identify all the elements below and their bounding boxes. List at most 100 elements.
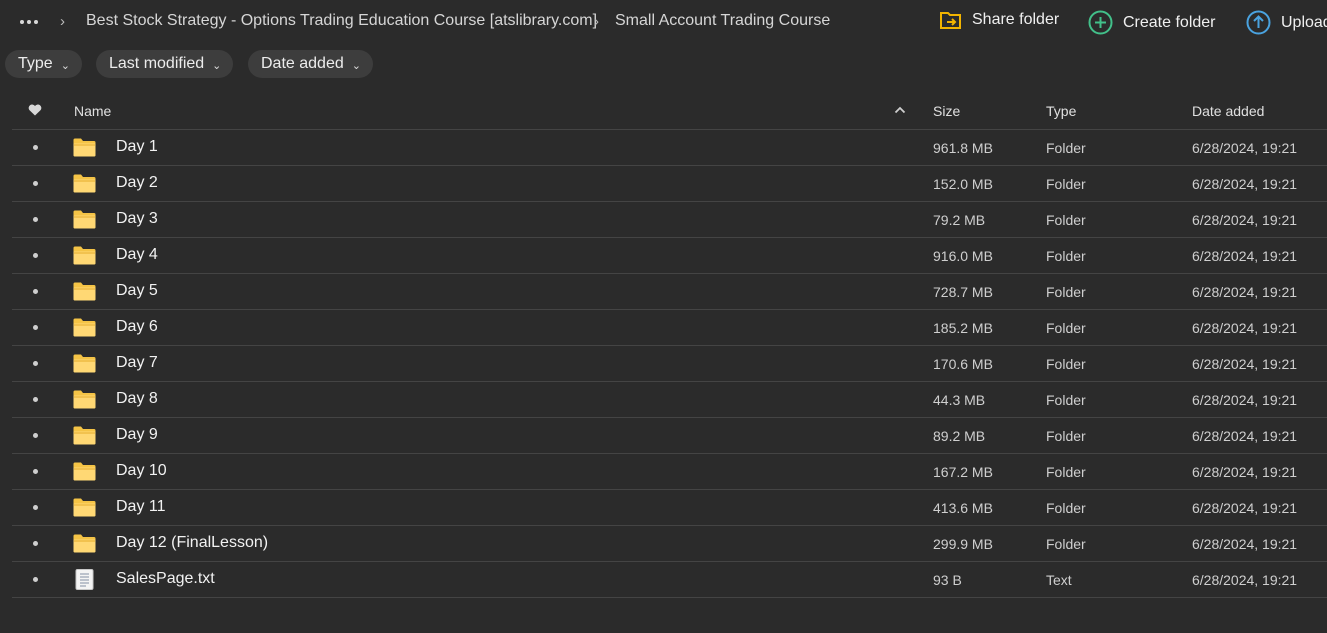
favorite-dot-icon[interactable] — [33, 469, 38, 474]
table-row[interactable]: Day 5 728.7 MB Folder 6/28/2024, 19:21 — [12, 274, 1327, 310]
more-icon[interactable] — [20, 12, 44, 32]
table-row[interactable]: SalesPage.txt 93 B Text 6/28/2024, 19:21 — [12, 562, 1327, 598]
cell-type: Folder — [1046, 392, 1086, 408]
cell-date: 6/28/2024, 19:21 — [1192, 428, 1298, 444]
column-header-type[interactable]: Type — [1046, 103, 1076, 119]
column-header-date-added[interactable]: Date added — [1192, 103, 1264, 119]
cell-name[interactable]: Day 5 — [116, 282, 158, 300]
favorite-dot-icon[interactable] — [33, 433, 38, 438]
cell-date: 6/28/2024, 19:21 — [1192, 536, 1298, 552]
favorite-dot-icon[interactable] — [33, 397, 38, 402]
folder-icon — [73, 498, 96, 517]
cell-name[interactable]: Day 7 — [116, 354, 158, 372]
share-folder-icon — [940, 12, 961, 29]
cell-name[interactable]: Day 9 — [116, 426, 158, 444]
folder-icon — [73, 462, 96, 481]
upload-label: Upload — [1281, 13, 1327, 31]
share-folder-label: Share folder — [972, 11, 1060, 28]
folder-icon — [73, 354, 96, 373]
create-folder-button[interactable]: Create folder — [1088, 10, 1216, 35]
cell-name[interactable]: Day 8 — [116, 390, 158, 408]
table-row[interactable]: Day 2 152.0 MB Folder 6/28/2024, 19:21 — [12, 166, 1327, 202]
column-header-size[interactable]: Size — [933, 103, 960, 119]
cell-type: Folder — [1046, 464, 1086, 480]
folder-icon — [73, 318, 96, 337]
cell-type: Folder — [1046, 140, 1086, 156]
cell-name[interactable]: Day 4 — [116, 246, 158, 264]
top-bar: › Best Stock Strategy - Options Trading … — [0, 0, 1327, 45]
chevron-right-icon: › — [594, 13, 599, 30]
cell-type: Text — [1046, 572, 1072, 588]
cell-date: 6/28/2024, 19:21 — [1192, 320, 1298, 336]
cell-size: 89.2 MB — [933, 428, 986, 444]
folder-icon — [73, 210, 96, 229]
plus-circle-icon — [1088, 10, 1113, 35]
chevron-down-icon: ⌄ — [60, 59, 70, 72]
filter-label: Date added — [261, 55, 344, 72]
upload-button[interactable]: Upload — [1246, 10, 1327, 35]
folder-icon — [73, 426, 96, 445]
cell-name[interactable]: Day 3 — [116, 210, 158, 228]
cell-type: Folder — [1046, 248, 1086, 264]
favorite-dot-icon[interactable] — [33, 541, 38, 546]
cell-type: Folder — [1046, 176, 1086, 192]
table-row[interactable]: Day 4 916.0 MB Folder 6/28/2024, 19:21 — [12, 238, 1327, 274]
favorite-dot-icon[interactable] — [33, 289, 38, 294]
favorite-dot-icon[interactable] — [33, 325, 38, 330]
favorite-dot-icon[interactable] — [33, 181, 38, 186]
sort-ascending-icon[interactable] — [894, 106, 906, 114]
cell-size: 152.0 MB — [933, 176, 993, 192]
table-row[interactable]: Day 7 170.6 MB Folder 6/28/2024, 19:21 — [12, 346, 1327, 382]
cell-name[interactable]: Day 11 — [116, 498, 166, 516]
chevron-right-icon: › — [60, 13, 65, 30]
cell-type: Folder — [1046, 212, 1086, 228]
favorite-dot-icon[interactable] — [33, 145, 38, 150]
cell-type: Folder — [1046, 500, 1086, 516]
cell-name[interactable]: Day 6 — [116, 318, 158, 336]
cell-size: 299.9 MB — [933, 536, 993, 552]
cell-date: 6/28/2024, 19:21 — [1192, 392, 1298, 408]
favorite-dot-icon[interactable] — [33, 217, 38, 222]
cell-size: 916.0 MB — [933, 248, 993, 264]
share-folder-button[interactable]: Share folder — [939, 10, 1059, 30]
table-row[interactable]: Day 10 167.2 MB Folder 6/28/2024, 19:21 — [12, 454, 1327, 490]
table-row[interactable]: Day 8 44.3 MB Folder 6/28/2024, 19:21 — [12, 382, 1327, 418]
column-header-name[interactable]: Name — [74, 103, 111, 119]
table-row[interactable]: Day 9 89.2 MB Folder 6/28/2024, 19:21 — [12, 418, 1327, 454]
heart-icon[interactable] — [28, 104, 42, 116]
upload-arrow-icon — [1246, 10, 1271, 35]
cell-size: 728.7 MB — [933, 284, 993, 300]
table-row[interactable]: Day 6 185.2 MB Folder 6/28/2024, 19:21 — [12, 310, 1327, 346]
table-row[interactable]: Day 12 (FinalLesson) 299.9 MB Folder 6/28/2… — [12, 526, 1327, 562]
cell-date: 6/28/2024, 19:21 — [1192, 356, 1298, 372]
table-row[interactable]: Day 11 413.6 MB Folder 6/28/2024, 19:21 — [12, 490, 1327, 526]
filter-date-added[interactable]: Date added ⌄ — [248, 50, 373, 78]
cell-size: 170.6 MB — [933, 356, 993, 372]
folder-icon — [73, 390, 96, 409]
cell-name[interactable]: Day 12 (FinalLesson) — [116, 534, 268, 552]
favorite-dot-icon[interactable] — [33, 505, 38, 510]
table-row[interactable]: Day 3 79.2 MB Folder 6/28/2024, 19:21 — [12, 202, 1327, 238]
cell-size: 167.2 MB — [933, 464, 993, 480]
table-header: Name Size Type Date added — [12, 92, 1327, 130]
cell-name[interactable]: Day 2 — [116, 174, 158, 192]
filter-last-modified[interactable]: Last modified ⌄ — [96, 50, 234, 78]
favorite-dot-icon[interactable] — [33, 577, 38, 582]
filter-type[interactable]: Type ⌄ — [5, 50, 82, 78]
favorite-dot-icon[interactable] — [33, 361, 38, 366]
table-row[interactable]: Day 1 961.8 MB Folder 6/28/2024, 19:21 — [12, 130, 1327, 166]
cell-date: 6/28/2024, 19:21 — [1192, 140, 1298, 156]
cell-date: 6/28/2024, 19:21 — [1192, 500, 1298, 516]
cell-name[interactable]: Day 10 — [116, 462, 167, 480]
cell-size: 961.8 MB — [933, 140, 993, 156]
breadcrumb-item-current[interactable]: Small Account Trading Course — [615, 12, 830, 30]
folder-icon — [73, 282, 96, 301]
cell-date: 6/28/2024, 19:21 — [1192, 572, 1298, 588]
cell-size: 413.6 MB — [933, 500, 993, 516]
cell-date: 6/28/2024, 19:21 — [1192, 248, 1298, 264]
favorite-dot-icon[interactable] — [33, 253, 38, 258]
breadcrumb-item-parent[interactable]: Best Stock Strategy - Options Trading Ed… — [86, 12, 597, 30]
cell-name[interactable]: SalesPage.txt — [116, 570, 215, 588]
chevron-down-icon: ⌄ — [212, 59, 222, 72]
cell-name[interactable]: Day 1 — [116, 138, 158, 156]
